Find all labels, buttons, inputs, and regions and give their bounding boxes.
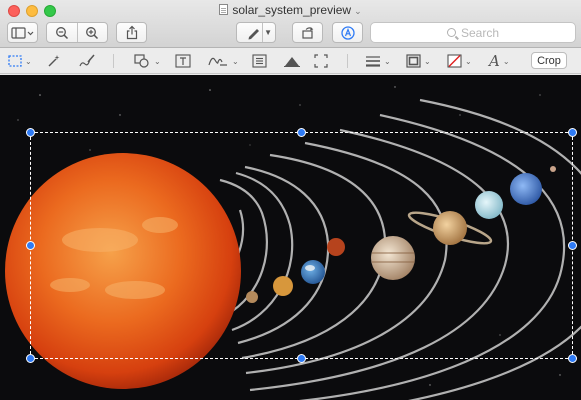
pen-tool-button[interactable]: ▼ <box>236 22 276 43</box>
markup-toolbar: ⌄ ⌄ ⌄ ⌄ ⌄ ⌄ A ⌄ Crop <box>0 48 581 74</box>
selection-handle-bottom-left[interactable] <box>26 354 35 363</box>
search-icon <box>446 28 456 37</box>
instant-alpha-button[interactable] <box>46 52 62 70</box>
text-tool-button[interactable] <box>175 52 191 70</box>
crop-icon <box>314 54 328 68</box>
border-color-icon <box>406 54 421 68</box>
search-field[interactable]: Search <box>370 22 576 43</box>
sidebar-icon <box>10 26 33 39</box>
share-button[interactable] <box>116 22 147 43</box>
rect-selection-icon <box>8 55 22 67</box>
markup-icon <box>340 25 355 40</box>
zoom-out-icon <box>56 26 69 39</box>
zoom-in-button[interactable] <box>77 26 107 40</box>
instant-alpha-icon <box>48 55 60 67</box>
sketch-icon <box>79 54 95 67</box>
selection-handle-bottom-right[interactable] <box>568 354 577 363</box>
selection-handle-bottom[interactable] <box>297 354 306 363</box>
adjust-color-icon <box>252 54 267 68</box>
shapes-button[interactable]: ⌄ <box>133 52 161 70</box>
selection-handle-top-right[interactable] <box>568 128 577 137</box>
text-icon <box>175 54 191 68</box>
selection-handle-left[interactable] <box>26 241 35 250</box>
chevron-down-icon: ⌄ <box>354 6 362 16</box>
pen-icon <box>248 28 259 39</box>
adjust-size-button[interactable] <box>283 52 301 70</box>
chevron-down-icon: ⌄ <box>502 56 510 66</box>
fill-color-icon <box>447 54 462 68</box>
selection-handle-right[interactable] <box>568 241 577 250</box>
chevron-down-icon: ⌄ <box>25 56 32 66</box>
window-title-area[interactable]: solar_system_preview ⌄ <box>0 3 581 17</box>
chevron-down-icon: ⌄ <box>424 56 431 66</box>
crop-corner-button[interactable] <box>314 52 328 70</box>
zoom-out-button[interactable] <box>47 26 77 40</box>
shapes-icon <box>134 54 149 68</box>
selection-handle-top-left[interactable] <box>26 128 35 137</box>
selection-rectangle[interactable] <box>30 132 573 359</box>
markup-toolbar-button[interactable] <box>332 22 363 43</box>
text-style-button[interactable]: A ⌄ <box>489 52 510 70</box>
sign-button[interactable]: ⌄ <box>207 52 239 70</box>
search-placeholder: Search <box>460 25 500 40</box>
chevron-down-icon[interactable]: ▼ <box>264 28 272 37</box>
title-bar: solar_system_preview ⌄ ▼ Search <box>0 0 581 48</box>
selection-handle-top[interactable] <box>297 128 306 137</box>
sidebar-view-button[interactable] <box>7 22 38 43</box>
adjust-color-button[interactable] <box>252 52 267 70</box>
crop-button[interactable]: Crop <box>531 52 567 69</box>
share-icon <box>126 25 137 40</box>
zoom-in-icon <box>86 26 99 39</box>
chevron-down-icon: ⌄ <box>154 56 161 66</box>
sign-icon <box>208 57 227 66</box>
selection-tool-button[interactable]: ⌄ <box>8 52 32 70</box>
chevron-down-icon: ⌄ <box>465 56 472 66</box>
rotate-icon <box>301 26 313 39</box>
shape-style-button[interactable]: ⌄ <box>365 52 391 70</box>
rotate-button[interactable] <box>292 22 323 43</box>
border-color-button[interactable]: ⌄ <box>406 52 431 70</box>
adjust-size-icon <box>284 57 300 67</box>
image-canvas[interactable] <box>0 75 581 400</box>
window-title: solar_system_preview <box>232 3 352 17</box>
chevron-down-icon: ⌄ <box>384 56 391 66</box>
zoom-control <box>46 22 108 43</box>
sketch-button[interactable] <box>78 52 96 70</box>
shape-style-icon <box>366 56 380 67</box>
fill-color-button[interactable]: ⌄ <box>447 52 472 70</box>
chevron-down-icon: ⌄ <box>232 56 239 66</box>
document-icon <box>219 4 229 15</box>
text-style-icon: A <box>489 52 500 70</box>
